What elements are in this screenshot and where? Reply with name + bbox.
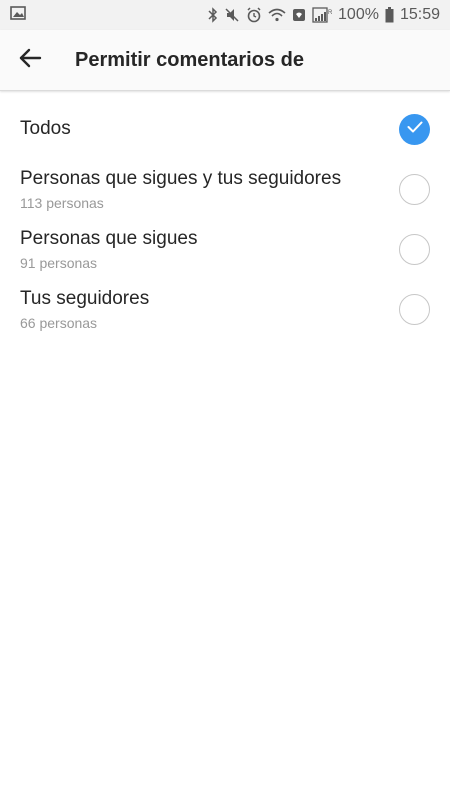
- option-count: 113 personas: [20, 195, 104, 211]
- option-label: Todos: [20, 118, 71, 139]
- option-count: 91 personas: [20, 255, 98, 271]
- radio-button[interactable]: [399, 173, 430, 205]
- notification-icon: [292, 8, 306, 22]
- options-list: Todos Personas que sigues y tus seguidor…: [0, 91, 450, 339]
- radio-button[interactable]: [399, 293, 430, 325]
- clock-time: 15:59: [399, 6, 440, 23]
- option-label: Personas que sigues y tus seguidores: [20, 168, 342, 189]
- status-bar: R 100% 15:59: [0, 0, 450, 30]
- svg-text:R: R: [328, 10, 332, 16]
- gallery-icon: [10, 5, 26, 25]
- app-bar: Permitir comentarios de: [0, 30, 450, 91]
- arrow-left-icon: [18, 48, 42, 73]
- radio-button-selected[interactable]: [399, 113, 430, 145]
- checkmark-icon: [407, 120, 423, 138]
- bluetooth-icon: [208, 7, 218, 23]
- signal-icon: R: [312, 7, 332, 23]
- option-following[interactable]: Personas que sigues 91 personas: [0, 219, 450, 279]
- option-label: Tus seguidores: [20, 288, 150, 309]
- mute-icon: [224, 7, 240, 23]
- option-following-and-followers[interactable]: Personas que sigues y tus seguidores 113…: [0, 159, 450, 219]
- back-button[interactable]: [0, 30, 60, 91]
- battery-percentage: 100%: [338, 6, 379, 23]
- option-followers[interactable]: Tus seguidores 66 personas: [0, 279, 450, 339]
- wifi-icon: [268, 8, 286, 22]
- battery-icon: [385, 7, 394, 23]
- alarm-icon: [246, 7, 262, 23]
- option-label: Personas que sigues: [20, 228, 198, 249]
- page-title: Permitir comentarios de: [75, 48, 304, 71]
- option-todos[interactable]: Todos: [0, 99, 450, 159]
- option-count: 66 personas: [20, 315, 98, 331]
- radio-button[interactable]: [399, 233, 430, 265]
